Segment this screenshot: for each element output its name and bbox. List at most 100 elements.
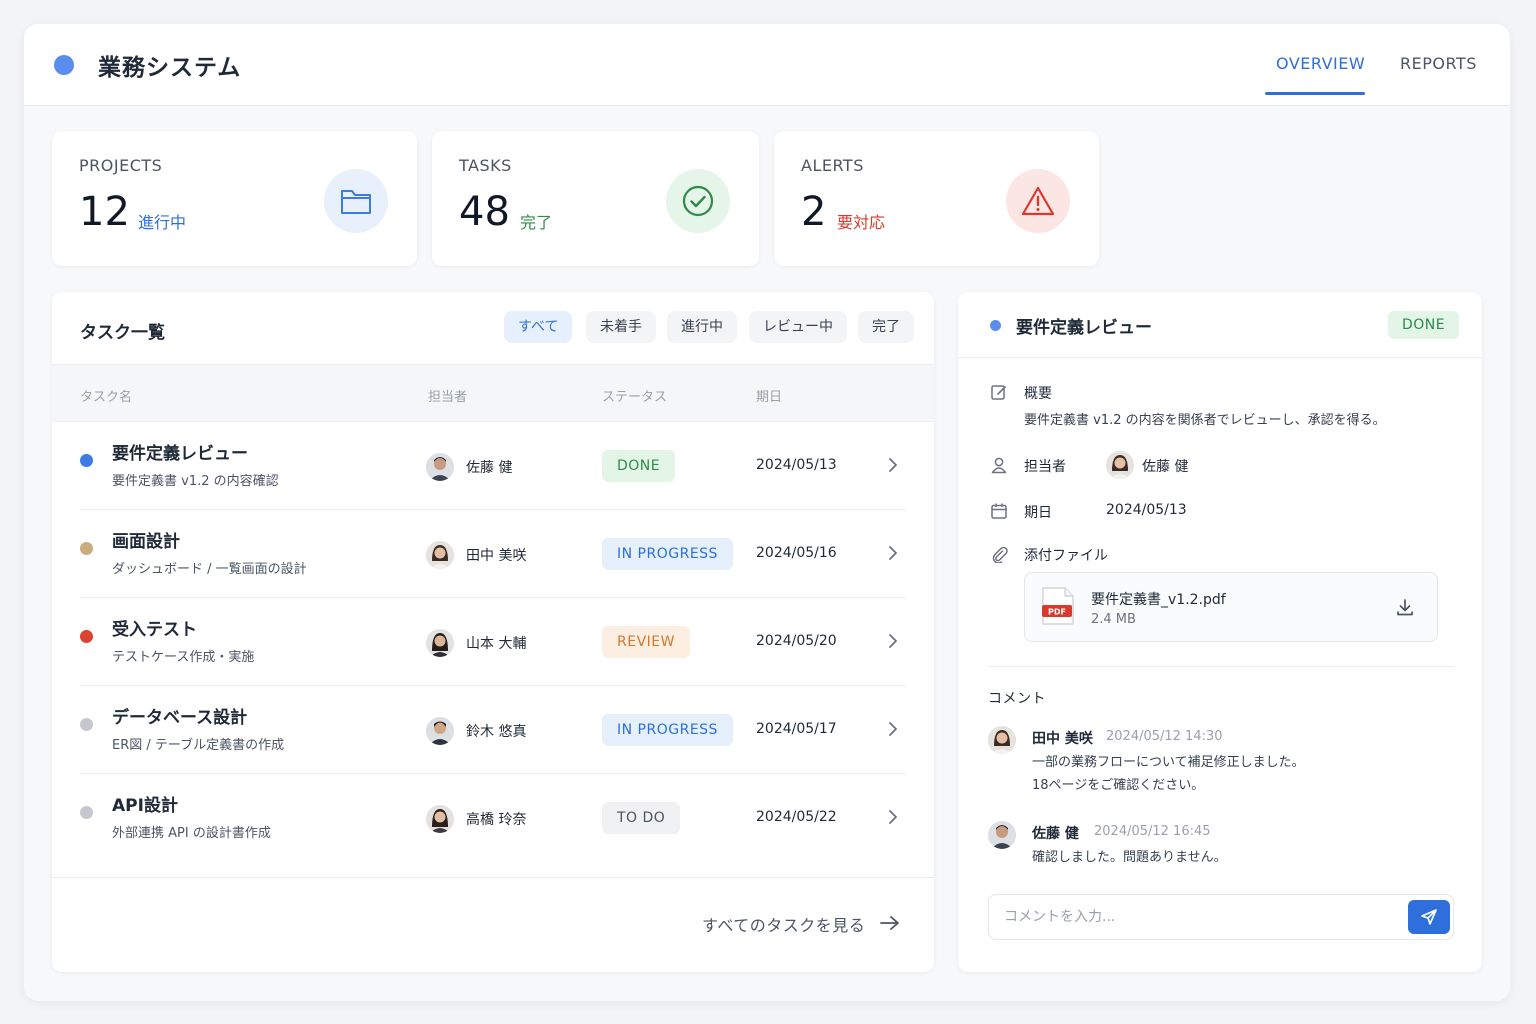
- due-date: 2024/05/17: [756, 721, 837, 737]
- filter-in-progress[interactable]: 進行中: [667, 311, 737, 343]
- attachment-label: 添付ファイル: [1024, 548, 1108, 564]
- stat-label: PROJECTS: [79, 156, 163, 175]
- due-date: 2024/05/13: [756, 457, 837, 473]
- stat-card-tasks[interactable]: TASKS 48 完了: [432, 131, 759, 266]
- avatar: [426, 541, 454, 569]
- status-badge: DONE: [602, 450, 676, 482]
- stat-card-projects[interactable]: PROJECTS 12 進行中: [52, 131, 417, 266]
- user-icon: [990, 456, 1008, 478]
- footer-divider: [52, 877, 934, 878]
- due-date: 2024/05/20: [756, 633, 837, 649]
- warning-icon: [1006, 169, 1070, 233]
- stat-sub-label: 進行中: [138, 213, 187, 232]
- chevron-right-icon[interactable]: [886, 632, 900, 654]
- column-header-assignee[interactable]: 担当者: [428, 386, 467, 405]
- send-button[interactable]: [1408, 900, 1450, 934]
- arrow-right-icon[interactable]: [879, 914, 901, 936]
- stat-label: ALERTS: [801, 156, 864, 175]
- comment-input[interactable]: [990, 896, 1400, 938]
- comment-time: 2024/05/12 16:45: [1094, 824, 1211, 839]
- task-description: 外部連携 API の設計書作成: [112, 826, 271, 841]
- app-title: 業務システム: [98, 55, 242, 81]
- task-description: ER図 / テーブル定義書の作成: [112, 738, 285, 753]
- stat-card-alerts[interactable]: ALERTS 2 要対応: [774, 131, 1099, 266]
- avatar: [988, 821, 1016, 849]
- table-row[interactable]: 要件定義レビュー 要件定義書 v1.2 の内容確認 佐藤 健 DONE 2024…: [52, 422, 934, 510]
- table-row[interactable]: 受入テスト テストケース作成・実施 山本 大輔 REVIEW 2024/05/2…: [52, 598, 934, 686]
- stat-sub-label: 完了: [520, 213, 553, 232]
- assignee-name: 高橋 玲奈: [466, 812, 527, 828]
- column-header-due[interactable]: 期日: [756, 386, 782, 405]
- task-color-dot: [80, 454, 93, 467]
- comment-author: 佐藤 健: [1032, 826, 1079, 842]
- file-name: 要件定義書_v1.2.pdf: [1091, 592, 1226, 608]
- comment-text: 確認しました。問題ありません。: [1032, 850, 1227, 865]
- task-name: 要件定義レビュー: [112, 444, 248, 464]
- task-color-dot: [80, 806, 93, 819]
- comment-time: 2024/05/12 14:30: [1106, 729, 1223, 744]
- assignee-name: 佐藤 健: [466, 460, 513, 476]
- stat-value: 48: [459, 189, 510, 235]
- task-name: 受入テスト: [112, 620, 197, 640]
- chevron-right-icon[interactable]: [886, 544, 900, 566]
- comment-text: 一部の業務フローについて補足修正しました。: [1032, 755, 1305, 770]
- filter-not-started[interactable]: 未着手: [586, 311, 656, 343]
- send-icon: [1421, 909, 1437, 925]
- stat-label: TASKS: [459, 156, 512, 175]
- avatar: [988, 726, 1016, 754]
- see-all-tasks-link[interactable]: すべてのタスクを見る: [702, 912, 865, 936]
- comment-text: 18ページをご確認ください。: [1032, 778, 1205, 793]
- task-name: データベース設計: [112, 708, 248, 728]
- task-list-title: タスク一覧: [80, 323, 165, 343]
- summary-text: 要件定義書 v1.2 の内容を関係者でレビューし、承認を得る。: [1024, 413, 1386, 428]
- task-detail-panel: 要件定義レビュー DONE 概要 要件定義書 v1.2 の内容を関係者でレビュー…: [958, 292, 1482, 972]
- tab-reports[interactable]: REPORTS: [1400, 54, 1477, 73]
- task-description: ダッシュボード / 一覧画面の設計: [112, 562, 307, 577]
- stat-sub-label: 要対応: [837, 213, 886, 232]
- assignee-name: 田中 美咲: [466, 548, 527, 564]
- table-row[interactable]: API設計 外部連携 API の設計書作成 高橋 玲奈 TO DO 2024/0…: [52, 774, 934, 862]
- comment-box: [988, 894, 1454, 940]
- detail-divider: [958, 357, 1482, 358]
- task-color-dot: [80, 542, 93, 555]
- stat-value: 12: [79, 189, 130, 235]
- detail-title: 要件定義レビュー: [1016, 318, 1152, 338]
- folder-icon: [324, 169, 388, 233]
- avatar: [426, 453, 454, 481]
- calendar-icon: [990, 502, 1008, 524]
- task-description: 要件定義書 v1.2 の内容確認: [112, 474, 279, 489]
- edit-icon: [990, 383, 1008, 405]
- column-header-status[interactable]: ステータス: [602, 386, 667, 405]
- avatar: [426, 629, 454, 657]
- download-icon[interactable]: [1395, 597, 1415, 621]
- filter-done[interactable]: 完了: [858, 311, 914, 343]
- avatar: [426, 717, 454, 745]
- tab-overview[interactable]: OVERVIEW: [1276, 54, 1365, 73]
- assignee-name: 鈴木 悠真: [466, 724, 527, 740]
- chevron-right-icon[interactable]: [886, 720, 900, 742]
- table-header: タスク名 担当者 ステータス 期日: [52, 364, 934, 422]
- table-row[interactable]: 画面設計 ダッシュボード / 一覧画面の設計 田中 美咲 IN PROGRESS…: [52, 510, 934, 598]
- status-badge: IN PROGRESS: [602, 714, 733, 746]
- status-badge: DONE: [1388, 311, 1460, 339]
- due-date: 2024/05/16: [756, 545, 837, 561]
- brand-logo-dot: [54, 55, 74, 75]
- task-color-dot: [80, 630, 93, 643]
- detail-divider: [988, 666, 1454, 667]
- due-date: 2024/05/22: [756, 809, 837, 825]
- table-row[interactable]: データベース設計 ER図 / テーブル定義書の作成 鈴木 悠真 IN PROGR…: [52, 686, 934, 774]
- chevron-right-icon[interactable]: [886, 808, 900, 830]
- filter-all[interactable]: すべて: [504, 311, 573, 343]
- filter-in-review[interactable]: レビュー中: [749, 311, 847, 343]
- column-header-task[interactable]: タスク名: [80, 386, 132, 405]
- task-color-dot: [80, 718, 93, 731]
- avatar: [1106, 451, 1134, 479]
- due-date: 2024/05/13: [1106, 502, 1187, 518]
- status-badge: REVIEW: [602, 626, 690, 658]
- avatar: [426, 805, 454, 833]
- chevron-right-icon[interactable]: [886, 456, 900, 478]
- pdf-file-icon: PDF: [1041, 586, 1075, 630]
- attachment-file[interactable]: PDF 要件定義書_v1.2.pdf 2.4 MB: [1024, 572, 1438, 642]
- app-window: 業務システム OVERVIEW REPORTS PROJECTS 12 進行中 …: [24, 24, 1510, 1001]
- assignee-name: 山本 大輔: [466, 636, 527, 652]
